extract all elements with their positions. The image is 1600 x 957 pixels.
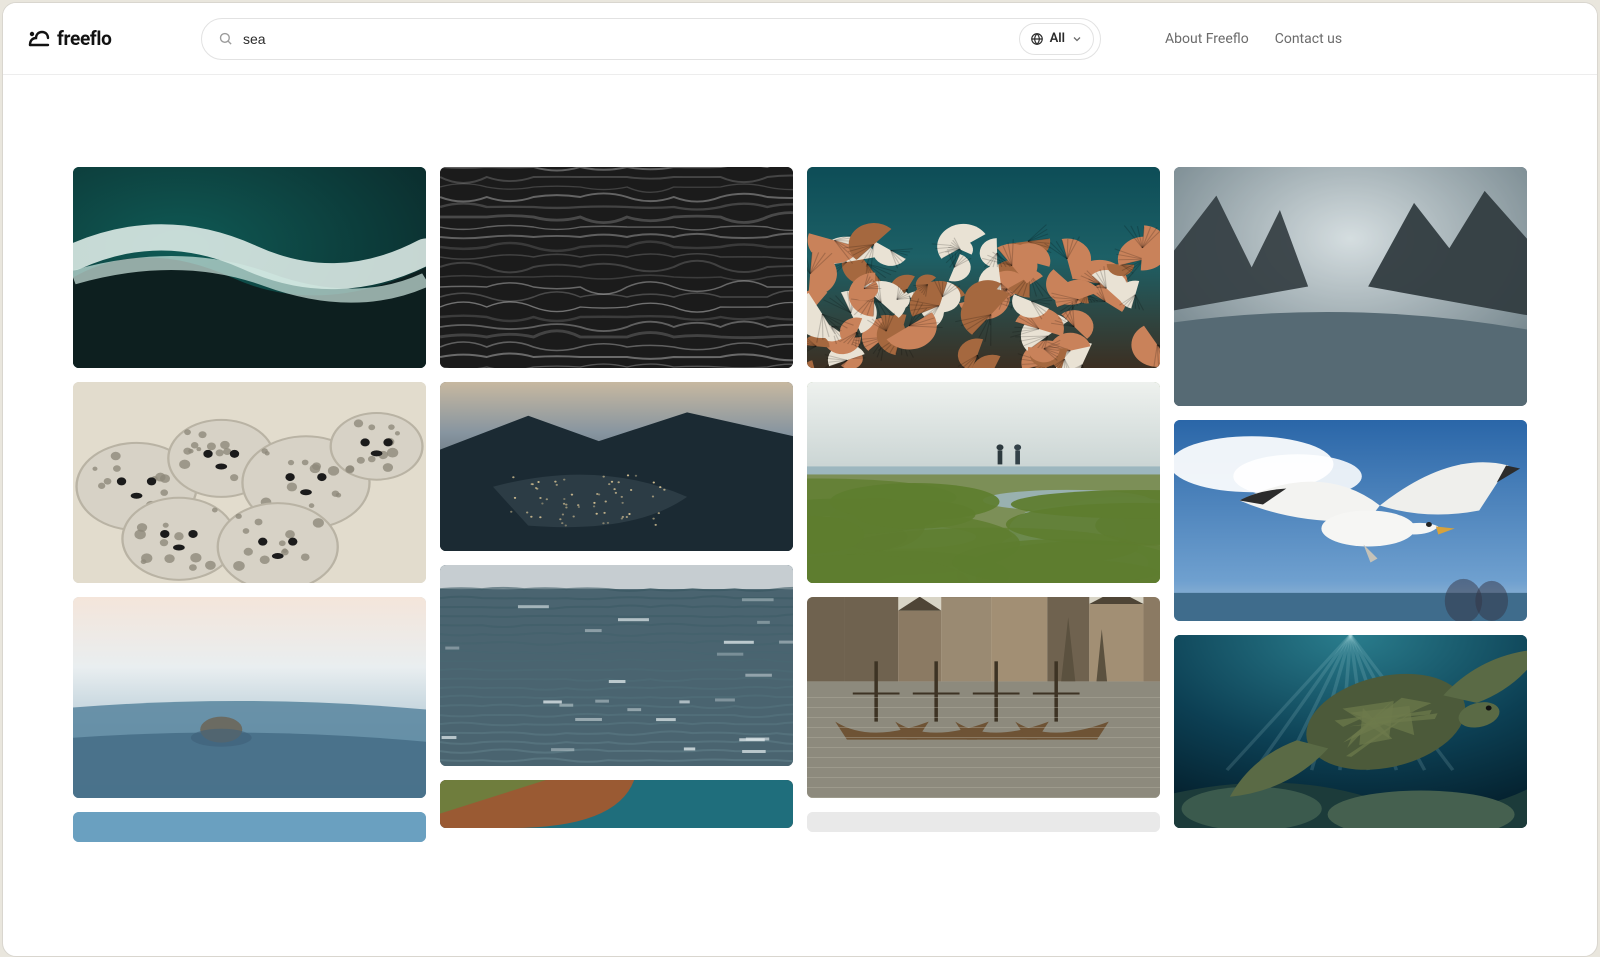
image-tile-seagull-flying[interactable] — [1174, 420, 1527, 621]
results-gallery — [3, 75, 1597, 882]
header-nav: About Freeflo Contact us — [1165, 31, 1342, 47]
image-tile-partial-blue[interactable] — [73, 812, 426, 842]
image-tile-bw-ocean-texture[interactable] — [440, 167, 793, 368]
nav-about[interactable]: About Freeflo — [1165, 31, 1249, 47]
search-icon — [218, 31, 233, 46]
gallery-column — [1174, 167, 1527, 842]
image-tile-sea-turtle-reef[interactable] — [1174, 635, 1527, 828]
gallery-column — [807, 167, 1160, 842]
gallery-column — [73, 167, 426, 842]
image-tile-mossy-tidal-flats[interactable] — [807, 382, 1160, 583]
globe-icon — [1030, 32, 1044, 46]
search-scope-filter[interactable]: All — [1019, 23, 1094, 55]
page-scroll[interactable]: freeflo All — [3, 3, 1597, 956]
image-tile-coastal-peninsula[interactable] — [440, 382, 793, 551]
brand-logo[interactable]: freeflo — [27, 27, 177, 50]
image-tile-open-ocean-grey[interactable] — [440, 565, 793, 766]
image-tile-seashells-underwater[interactable] — [807, 167, 1160, 368]
brand-name: freeflo — [57, 27, 112, 50]
chevron-down-icon — [1071, 33, 1083, 45]
image-tile-partial-white[interactable] — [807, 812, 1160, 832]
image-tile-harbour-old-town[interactable] — [807, 597, 1160, 798]
image-tile-misty-sea-cliffs[interactable] — [1174, 167, 1527, 406]
image-tile-partial-red-coast[interactable] — [440, 780, 793, 828]
image-tile-seals-group[interactable] — [73, 382, 426, 583]
image-tile-pastel-seal-floating[interactable] — [73, 597, 426, 798]
header: freeflo All — [3, 3, 1597, 75]
freeflo-mark-icon — [27, 29, 51, 49]
gallery-column — [440, 167, 793, 842]
nav-contact[interactable]: Contact us — [1275, 31, 1342, 47]
search-bar: All — [201, 18, 1101, 60]
search-input[interactable] — [243, 31, 1009, 47]
search-scope-label: All — [1050, 31, 1065, 46]
image-tile-aerial-waves-rocks[interactable] — [73, 167, 426, 368]
